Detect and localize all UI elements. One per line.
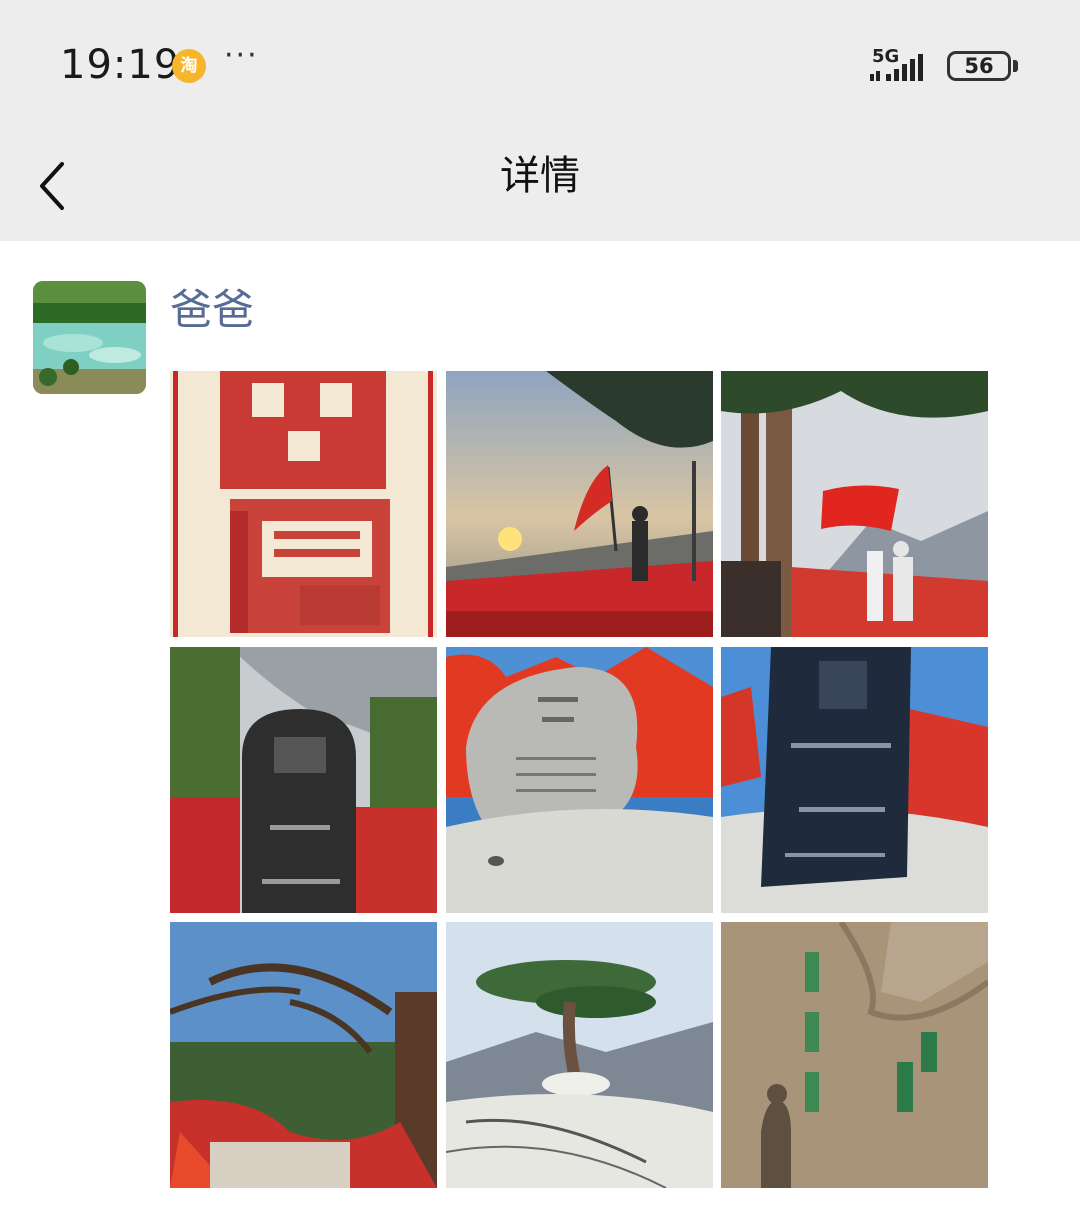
- photo-rock-inscription[interactable]: [721, 922, 988, 1188]
- battery-indicator: 56: [947, 51, 1011, 81]
- signal-icon: [870, 54, 923, 81]
- photo-flag-trees[interactable]: [721, 371, 988, 637]
- post-detail: 爸爸: [0, 241, 1080, 1217]
- photo-red-ribbon-tree[interactable]: [170, 922, 437, 1188]
- more-notifications-icon: ···: [224, 38, 259, 73]
- photo-paper-cut-art[interactable]: [170, 371, 437, 637]
- status-bar: 19:19 淘 ··· 5G 56: [0, 0, 1080, 130]
- photo-huashan-rock[interactable]: [446, 647, 713, 913]
- status-time: 19:19: [60, 42, 181, 88]
- battery-tip: [1013, 60, 1018, 72]
- author-name[interactable]: 爸爸: [170, 281, 254, 339]
- photo-north-peak-stele[interactable]: [170, 647, 437, 913]
- photo-sunrise-flag[interactable]: [446, 371, 713, 637]
- avatar[interactable]: [33, 281, 146, 394]
- photo-welcoming-pine[interactable]: [446, 922, 713, 1188]
- page-title: 详情: [500, 153, 580, 199]
- navigation-bar: 详情: [0, 130, 1080, 241]
- taobao-notification-icon: 淘: [172, 49, 206, 83]
- photo-west-peak-stele[interactable]: [721, 647, 988, 913]
